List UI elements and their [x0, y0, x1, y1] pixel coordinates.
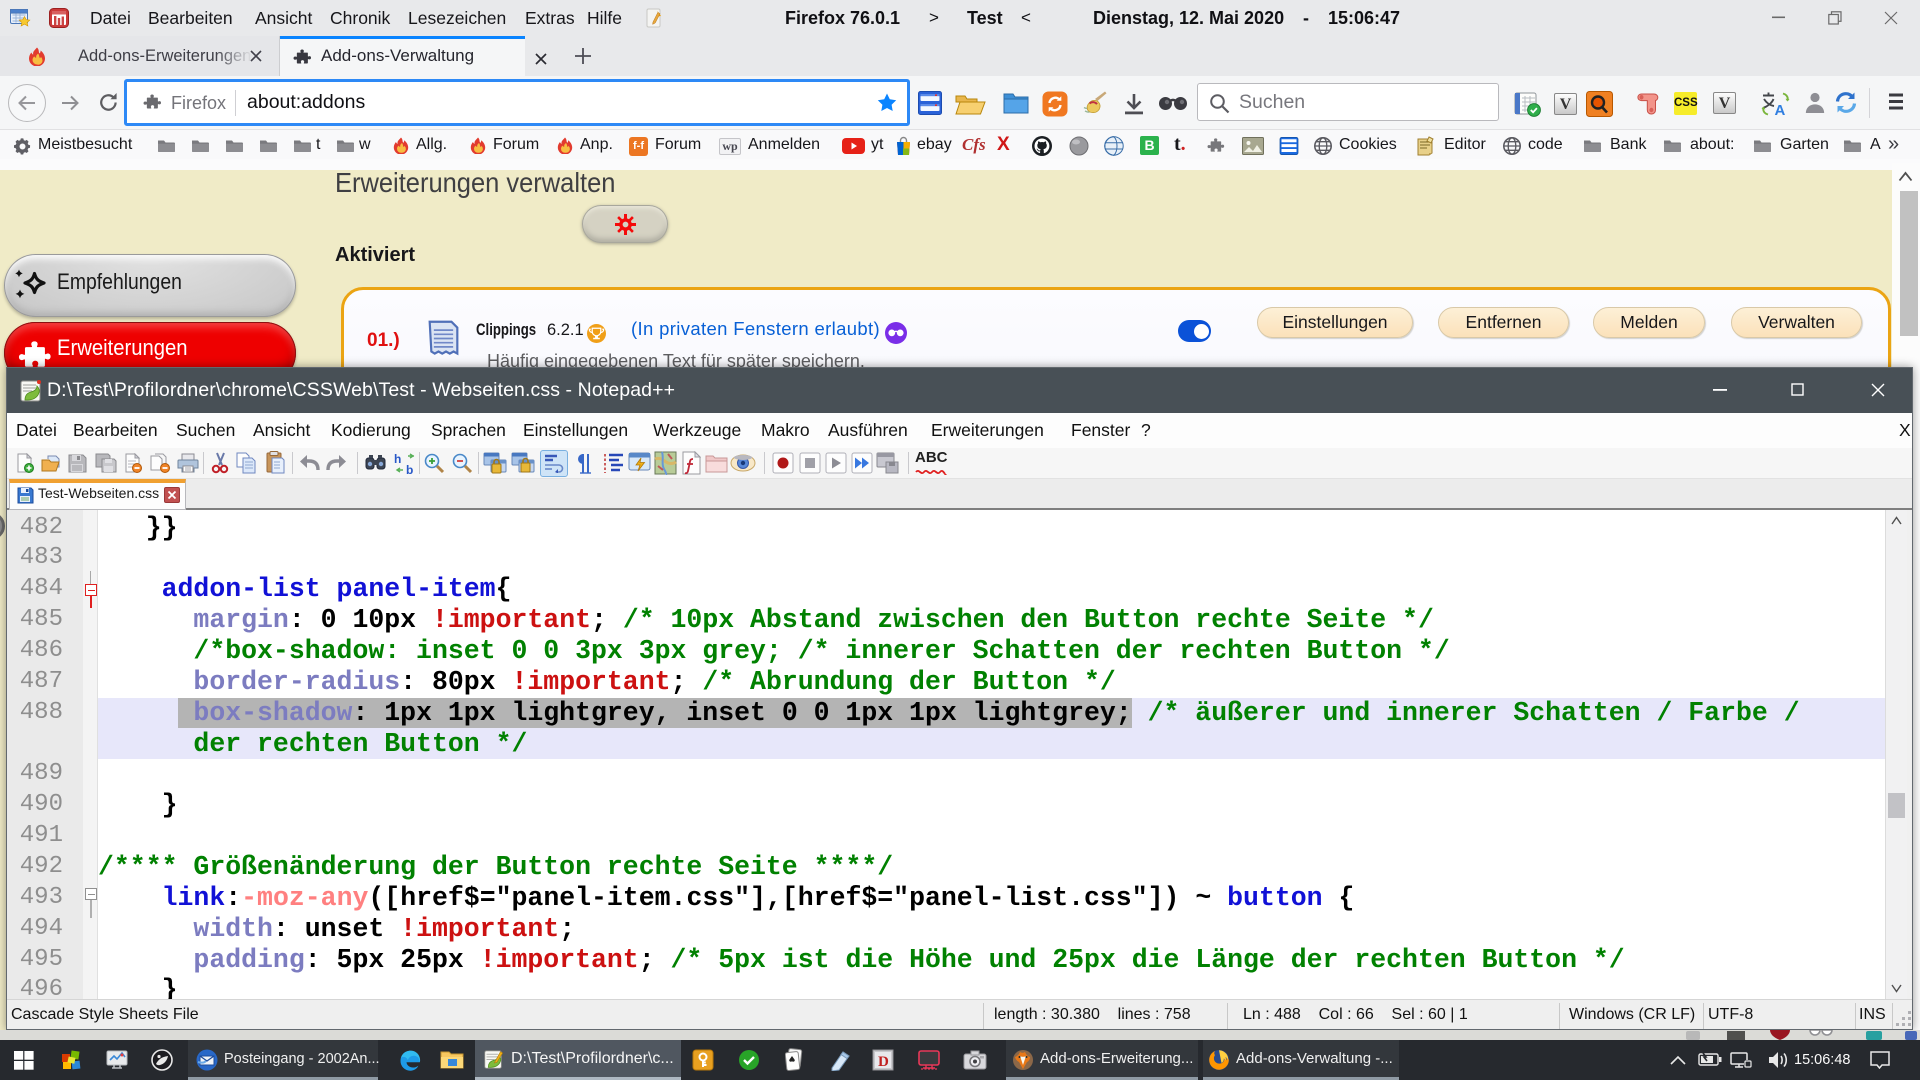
svg-text:b: b: [406, 463, 413, 475]
svg-text:A: A: [1775, 102, 1786, 117]
svg-text:h: h: [394, 452, 401, 466]
svg-text:D: D: [878, 1054, 889, 1070]
